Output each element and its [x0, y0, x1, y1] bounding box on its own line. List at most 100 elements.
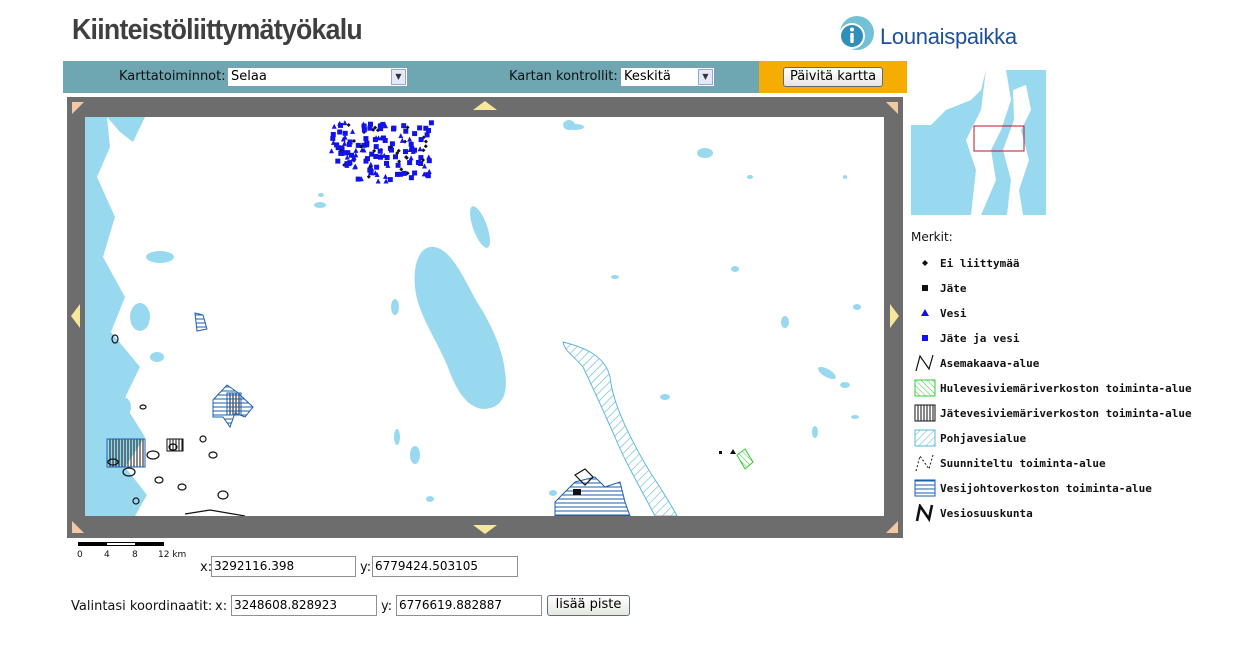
- selection-y-field[interactable]: 6776619.882887: [396, 595, 542, 616]
- bold-n-outline-icon: [914, 504, 936, 522]
- map-controls-select[interactable]: Keskitä ▼: [620, 67, 715, 87]
- property-point: [375, 178, 381, 184]
- zoom-corner-top-right[interactable]: [886, 102, 898, 114]
- property-point: [398, 133, 404, 139]
- property-point: [387, 177, 393, 183]
- property-point: [381, 135, 386, 141]
- selection-x-field[interactable]: 3248608.828923: [231, 595, 377, 616]
- property-point: [361, 127, 367, 133]
- refresh-map-button[interactable]: Päivitä kartta: [783, 67, 883, 87]
- legend-item-label: Asemakaava-alue: [940, 357, 1040, 370]
- property-point: [421, 148, 426, 153]
- cursor-y-field[interactable]: 6779424.503105: [372, 556, 518, 577]
- stormwater-area-layer: [736, 448, 754, 470]
- selection-y-label: y:: [381, 599, 393, 614]
- legend-item: Hulevesiviemäriverkoston toiminta-alue: [914, 377, 1234, 399]
- chevron-down-icon[interactable]: ▼: [698, 69, 713, 85]
- legend-item: Jätevesiviemäriverkoston toiminta-alue: [914, 402, 1234, 424]
- scale-tick: 8: [132, 550, 138, 560]
- property-point: [363, 136, 369, 142]
- lounaispaikka-logo: Lounaispaikka: [836, 14, 1026, 54]
- overview-map-image[interactable]: [911, 70, 1046, 215]
- property-point: [363, 158, 369, 164]
- property-point: [368, 161, 374, 167]
- zoom-corner-bottom-right[interactable]: [886, 521, 898, 533]
- property-point: [329, 148, 335, 154]
- property-point: [398, 171, 404, 177]
- property-point: [346, 142, 352, 147]
- map-canvas[interactable]: [85, 117, 884, 516]
- property-point: [408, 141, 414, 147]
- property-point: [415, 160, 421, 165]
- zoom-corner-bottom-left[interactable]: [72, 521, 84, 533]
- chevron-down-icon[interactable]: ▼: [391, 69, 406, 85]
- map-frame: [67, 97, 903, 538]
- property-point: [423, 144, 428, 149]
- scale-bar-graphic: [78, 542, 164, 546]
- property-points-layer: [329, 120, 434, 184]
- property-point: [335, 145, 341, 151]
- legend-item-label: Vesi: [940, 307, 967, 320]
- property-point: [412, 170, 418, 176]
- legend-item: Asemakaava-alue: [914, 352, 1234, 374]
- legend-title: Merkit:: [911, 230, 953, 244]
- pan-east-arrow[interactable]: [890, 304, 899, 328]
- legend-item: Vesi: [914, 302, 1234, 324]
- add-point-button[interactable]: lisää piste: [547, 595, 630, 616]
- thin-n-outline-icon: [914, 354, 936, 372]
- property-point: [331, 123, 337, 129]
- property-point: [423, 139, 428, 144]
- property-point: [417, 125, 423, 131]
- property-point: [364, 140, 370, 146]
- pan-west-arrow[interactable]: [71, 304, 80, 328]
- map-image[interactable]: [85, 117, 884, 516]
- pan-south-arrow[interactable]: [473, 525, 497, 534]
- legend-item-label: Pohjavesialue: [940, 432, 1027, 445]
- property-point: [338, 150, 344, 156]
- logo-text: Lounaispaikka: [880, 24, 1017, 49]
- black-vertical-hatch-icon: [914, 404, 936, 422]
- map-controls-label: Kartan kontrollit:: [509, 69, 618, 84]
- property-point: [342, 120, 348, 126]
- property-point: [425, 173, 431, 179]
- outline-area-layer: [107, 334, 594, 516]
- cursor-x-field[interactable]: 3292116.398: [211, 556, 356, 577]
- legend-item-label: Suunniteltu toiminta-alue: [940, 457, 1106, 470]
- map-actions-select[interactable]: Selaa ▼: [227, 67, 408, 87]
- property-point: [403, 128, 409, 134]
- property-point: [428, 120, 434, 126]
- legend-item-label: Ei liittymää: [940, 257, 1020, 270]
- property-point: [346, 161, 352, 167]
- pan-north-arrow[interactable]: [473, 101, 497, 110]
- property-point: [377, 148, 383, 154]
- property-point: [368, 170, 374, 176]
- blue-diagonal-hatch-icon: [914, 429, 936, 447]
- property-point: [344, 150, 350, 156]
- black-diamond-icon: [914, 254, 936, 272]
- property-point: [342, 130, 348, 136]
- blue-horizontal-hatch-icon: [914, 479, 936, 497]
- property-point: [383, 178, 389, 184]
- zoom-corner-top-left[interactable]: [72, 102, 84, 114]
- legend-item: Jäte: [914, 277, 1234, 299]
- property-point: [366, 174, 371, 179]
- app-title: Kiinteistöliittymätyökalu: [72, 14, 363, 46]
- property-point: [352, 139, 357, 144]
- legend-item: Ei liittymää: [914, 252, 1234, 274]
- property-point: [399, 167, 404, 172]
- property-point: [399, 137, 405, 143]
- overview-map[interactable]: [911, 70, 1046, 215]
- property-point: [424, 132, 430, 138]
- property-point: [401, 123, 407, 129]
- legend-item-label: Vesiosuuskunta: [940, 507, 1033, 520]
- property-point: [330, 132, 336, 137]
- property-point: [378, 126, 384, 132]
- property-point: [372, 137, 378, 143]
- legend-item: Suunniteltu toiminta-alue: [914, 452, 1234, 474]
- legend-item-label: Jätevesiviemäriverkoston toiminta-alue: [940, 407, 1192, 420]
- selection-label: Valintasi koordinaatit:: [71, 599, 213, 614]
- legend-item-label: Hulevesiviemäriverkoston toiminta-alue: [940, 382, 1192, 395]
- map-actions-value: Selaa: [231, 69, 267, 84]
- property-point: [412, 131, 418, 137]
- property-point: [373, 154, 379, 159]
